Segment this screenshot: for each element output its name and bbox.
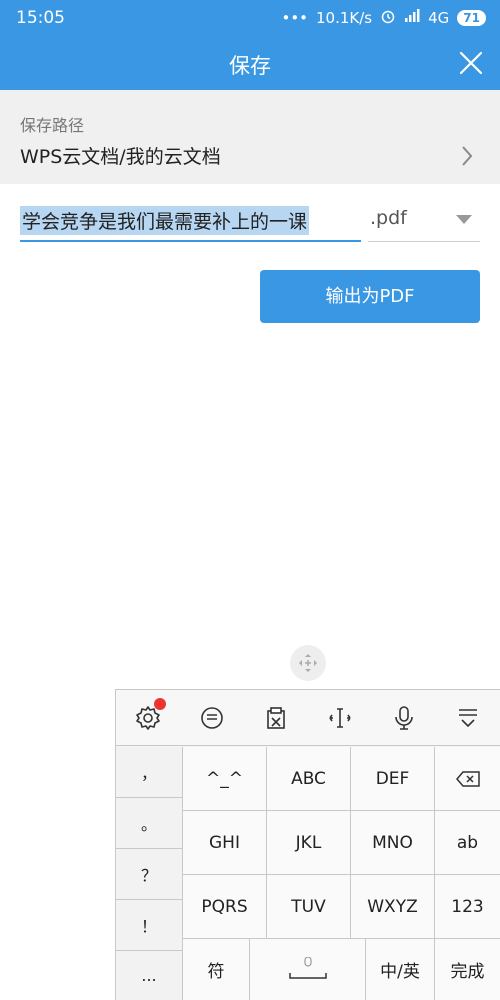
key-ellipsis[interactable]: ... — [116, 951, 183, 1000]
export-pdf-button[interactable]: 输出为PDF — [260, 270, 480, 323]
file-extension-value: .pdf — [370, 207, 407, 229]
key-exclamation[interactable]: ！ — [116, 900, 183, 951]
key-symbol[interactable]: 符 — [183, 939, 250, 1000]
message-icon[interactable] — [198, 704, 226, 732]
signal-icon — [404, 9, 420, 27]
key-7-pqrs[interactable]: PQRS — [183, 875, 267, 939]
key-123[interactable]: 123 — [435, 875, 500, 939]
keyboard-move-handle[interactable] — [290, 645, 326, 681]
save-path-label: 保存路径 — [20, 116, 85, 135]
more-dots-icon: ••• — [281, 9, 309, 27]
move-icon — [299, 654, 317, 672]
space-mic-icon — [288, 956, 327, 979]
key-8-tuv[interactable]: TUV — [267, 875, 351, 939]
network-speed: 10.1K/s — [316, 9, 373, 27]
clipboard-icon[interactable] — [262, 704, 290, 732]
key-period[interactable]: 。 — [116, 798, 183, 849]
backspace-key[interactable] — [435, 747, 500, 811]
alarm-icon — [380, 8, 396, 28]
page-title: 保存 — [229, 54, 271, 78]
network-type: 4G — [428, 9, 450, 27]
backspace-icon — [455, 770, 480, 787]
key-5-jkl[interactable]: JKL — [267, 811, 351, 875]
key-9-wxyz[interactable]: WXYZ — [351, 875, 435, 939]
battery-icon: 71 — [457, 10, 486, 26]
soft-keyboard: ， 。 ？ ！ ... ^_^ ABC DEF GHI JKL MNO ab P… — [115, 689, 500, 1000]
filename-selected-text: 学会竞争是我们最需要补上的一课 — [20, 206, 310, 235]
close-icon[interactable] — [458, 50, 484, 76]
notification-dot — [154, 698, 166, 710]
dropdown-caret-icon — [456, 215, 472, 224]
key-1-emoticon[interactable]: ^_^ — [183, 747, 267, 811]
key-3-def[interactable]: DEF — [351, 747, 435, 811]
space-key[interactable] — [250, 939, 366, 1000]
key-done[interactable]: 完成 — [435, 939, 500, 1000]
title-bar: 保存 — [0, 36, 500, 90]
key-ab[interactable]: ab — [435, 811, 500, 875]
chevron-right-icon — [460, 145, 474, 167]
key-comma[interactable]: ， — [116, 747, 183, 798]
save-path-value: WPS云文档/我的云文档 — [20, 146, 221, 168]
key-language-switch[interactable]: 中/英 — [366, 939, 435, 1000]
file-extension-select[interactable]: .pdf — [368, 200, 480, 242]
status-time: 15:05 — [16, 8, 65, 28]
status-bar: 15:05 ••• 10.1K/s 4G 71 — [0, 0, 500, 36]
key-2-abc[interactable]: ABC — [267, 747, 351, 811]
save-path-selector[interactable]: 保存路径 WPS云文档/我的云文档 — [0, 90, 500, 184]
hide-keyboard-icon[interactable] — [454, 704, 482, 732]
microphone-icon[interactable] — [390, 704, 418, 732]
cursor-icon[interactable] — [326, 704, 354, 732]
key-6-mno[interactable]: MNO — [351, 811, 435, 875]
keyboard-toolbar — [116, 690, 500, 746]
key-4-ghi[interactable]: GHI — [183, 811, 267, 875]
filename-input[interactable]: 学会竞争是我们最需要补上的一课 — [20, 200, 361, 242]
key-question[interactable]: ？ — [116, 849, 183, 900]
status-indicators: ••• 10.1K/s 4G 71 — [281, 8, 486, 28]
